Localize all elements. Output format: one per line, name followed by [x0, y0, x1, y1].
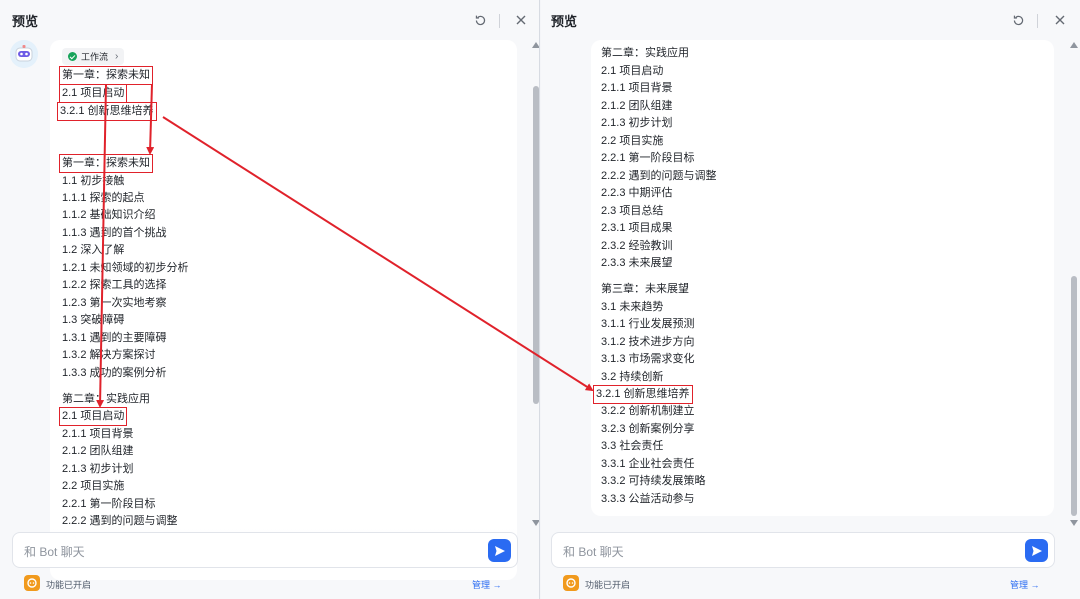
outline-line: 第一章：探索未知: [59, 66, 153, 85]
scroll-down-icon[interactable]: [1070, 520, 1078, 526]
send-button[interactable]: [488, 539, 511, 562]
manage-link[interactable]: 管理 →: [1010, 578, 1040, 591]
chevron-right-icon: ›: [115, 51, 119, 62]
outline-line: 3.2 持续创新: [601, 371, 664, 383]
header-divider: [1037, 14, 1038, 28]
outline-line: 2.1.3 初步计划: [62, 463, 134, 475]
outline-line: 2.3.1 项目成果: [601, 222, 673, 234]
outline-line: 3.3.1 企业社会责任: [601, 458, 695, 470]
outline-line: 1.1 初步接触: [62, 175, 125, 187]
outline-line: 2.2.3 中期评估: [601, 187, 673, 199]
outline-line: 1.3.3 成功的案例分析: [62, 367, 167, 379]
header-divider: [499, 14, 500, 28]
outline-line: 2.1 项目启动: [601, 65, 664, 77]
workflow-label: 工作流: [81, 52, 109, 62]
outline-line: 第二章：实践应用: [601, 47, 689, 59]
check-circle-icon: [68, 52, 77, 61]
outline-line: 2.2.2 遇到的问题与调整: [601, 170, 717, 182]
scroll-up-icon[interactable]: [532, 42, 539, 48]
outline-line: 第三章：未来展望: [601, 283, 689, 295]
outline-line: 2.1.1 项目背景: [62, 428, 134, 440]
panel-header: 预览: [541, 0, 1080, 40]
preview-panel-left: 预览 工作流 › 第一章：探索未知 2.1 项目启动 3.2.1 创新思维培养 …: [0, 0, 540, 599]
outline-line: 2.3.2 经验教训: [601, 240, 673, 252]
feature-status: 功能已开启: [585, 580, 631, 590]
workflow-tag[interactable]: 工作流 ›: [62, 48, 125, 65]
outline-line: 3.3 社会责任: [601, 440, 664, 452]
outline-line: 1.2.3 第一次实地考察: [62, 297, 167, 309]
outline-line: 3.2.1 创新思维培养: [593, 385, 693, 404]
outline-line: 1.1.2 基础知识介绍: [62, 209, 156, 221]
outline-line: 2.2 项目实施: [601, 135, 664, 147]
outline-line: 2.1.2 团队组建: [62, 445, 134, 457]
plugin-icon: [24, 575, 40, 591]
outline-line: 3.1.2 技术进步方向: [601, 336, 695, 348]
send-button[interactable]: [1025, 539, 1048, 562]
scroll-up-icon[interactable]: [1070, 42, 1078, 48]
manage-link[interactable]: 管理 →: [472, 578, 502, 591]
outline-line: 3.2.2 创新机制建立: [601, 405, 695, 417]
scroll-down-icon[interactable]: [532, 520, 539, 526]
outline-line: 3.1 未来趋势: [601, 301, 664, 313]
outline-line: 3.2.1 创新思维培养: [57, 102, 157, 121]
outline-line: 1.2.2 探索工具的选择: [62, 279, 167, 291]
plugin-icon: [563, 575, 579, 591]
send-icon: [494, 545, 505, 556]
outline-line: 2.1.1 项目背景: [601, 82, 673, 94]
outline-line: 2.3 项目总结: [601, 205, 664, 217]
close-icon[interactable]: [513, 12, 529, 28]
chat-input-placeholder: 和 Bot 聊天: [563, 545, 624, 559]
bot-avatar-icon: [10, 40, 38, 68]
send-icon: [1031, 545, 1042, 556]
outline-line: 2.1 项目启动: [58, 84, 128, 103]
outline-line: 2.1.3 初步计划: [601, 117, 673, 129]
panel-title: 预览: [551, 14, 578, 29]
refresh-icon[interactable]: [1010, 12, 1026, 28]
outline-line: 2.2.1 第一阶段目标: [62, 498, 156, 510]
outline-line: 3.2.3 创新案例分享: [601, 423, 695, 435]
chat-input[interactable]: 和 Bot 聊天: [12, 532, 518, 568]
panel-header: 预览: [0, 0, 539, 40]
chat-input-placeholder: 和 Bot 聊天: [24, 545, 85, 559]
outline-line: 2.3.3 未来展望: [601, 257, 673, 269]
outline-line: 2.2 项目实施: [62, 480, 125, 492]
panel-title: 预览: [12, 14, 39, 29]
outline-line: 1.3.2 解决方案探讨: [62, 349, 156, 361]
outline-line: 1.2.1 未知领域的初步分析: [62, 262, 189, 274]
outline-line: 3.1.1 行业发展预测: [601, 318, 695, 330]
outline-line: 3.3.3 公益活动参与: [601, 493, 695, 505]
outline-line: 3.1.3 市场需求变化: [601, 353, 695, 365]
preview-panel-right: 预览 第二章：实践应用 2.1 项目启动 2.1.1 项目背景 2.1.2 团队…: [541, 0, 1080, 599]
scrollbar-thumb[interactable]: [1071, 276, 1077, 516]
chat-input[interactable]: 和 Bot 聊天: [551, 532, 1055, 568]
outline-line: 3.3.2 可持续发展策略: [601, 475, 706, 487]
refresh-icon[interactable]: [472, 12, 488, 28]
outline-line: 1.1.3 遇到的首个挑战: [62, 227, 167, 239]
scrollbar-thumb[interactable]: [533, 86, 539, 404]
outline-line: 1.3.1 遇到的主要障碍: [62, 332, 167, 344]
outline-line: 2.1.2 团队组建: [601, 100, 673, 112]
outline-line: 第二章：实践应用: [62, 393, 150, 405]
outline-line: 2.2.1 第一阶段目标: [601, 152, 695, 164]
outline-line: 第一章：探索未知: [59, 154, 153, 173]
outline-line: 1.2 深入了解: [62, 244, 125, 256]
outline-line: 1.1.1 探索的起点: [62, 192, 145, 204]
close-icon[interactable]: [1052, 12, 1068, 28]
outline-line: 1.3 突破障碍: [62, 314, 125, 326]
outline-line: 2.1 项目启动: [58, 407, 128, 426]
feature-status: 功能已开启: [46, 580, 92, 590]
